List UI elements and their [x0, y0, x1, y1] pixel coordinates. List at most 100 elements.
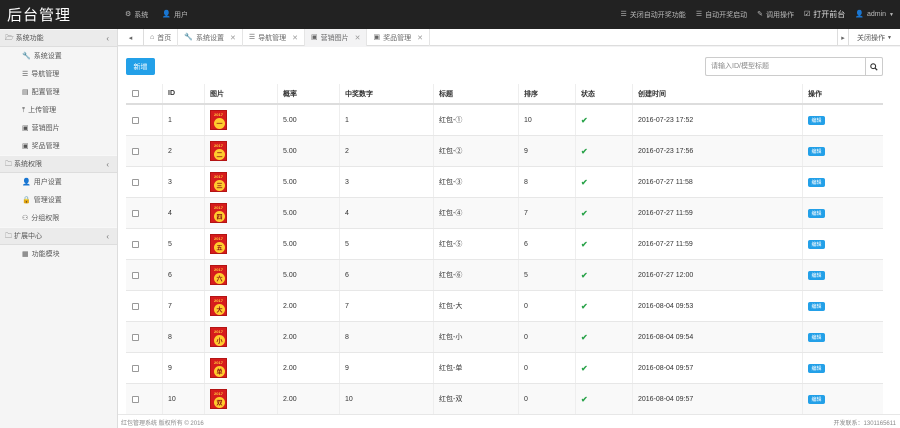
search-button[interactable]: [865, 57, 883, 76]
search-input[interactable]: [705, 57, 865, 76]
chevron-left-icon: ‹: [106, 34, 109, 43]
sidebar-item-group-permissions[interactable]: ⚇ 分组权限: [0, 209, 117, 227]
table-cell: 编辑: [808, 322, 825, 352]
table-cell: 2016-07-27 12:00: [638, 260, 693, 290]
table-cell: 2017 小: [210, 322, 227, 352]
cell-winning-number: 8: [345, 333, 349, 341]
brand-title[interactable]: 后台管理: [7, 4, 71, 25]
nav-icon: ☰: [248, 34, 256, 41]
cell-probability: 2.00: [283, 302, 297, 310]
main-content: 新增 ID图片概率中奖数字标题排序状态创建时间操作12017一5.001红包-①…: [118, 47, 900, 415]
close-ops-label: 关闭操作: [857, 34, 886, 42]
column-header: 概率: [283, 84, 297, 103]
sidebar-item-system-settings[interactable]: 🔧 系统设置: [0, 47, 117, 65]
row-checkbox[interactable]: [132, 178, 139, 186]
nav-user[interactable]: 👤 用户: [162, 10, 188, 20]
nav-call-operation[interactable]: ✎ 调用操作: [757, 10, 794, 20]
sidebar-item-upload-management[interactable]: ⤒ 上传管理: [0, 101, 117, 119]
tab-label: 营销图片: [320, 34, 349, 42]
row-checkbox[interactable]: [132, 364, 139, 372]
row-checkbox[interactable]: [132, 240, 139, 248]
sidebar-item-nav-management[interactable]: ☰ 导航管理: [0, 65, 117, 83]
nav-disable-auto-draw[interactable]: ☰ 关闭自动开奖功能: [621, 10, 686, 20]
cell-title: 红包-③: [439, 179, 463, 186]
sidebar-group-extension-center[interactable]: 🗀 扩展中心 ‹: [0, 227, 117, 245]
table-cell: 3: [345, 167, 349, 197]
cell-probability: 5.00: [283, 178, 297, 186]
close-icon[interactable]: ✕: [292, 34, 298, 42]
close-icon[interactable]: ✕: [417, 34, 423, 42]
tab-scroll-right-button[interactable]: ▸: [837, 29, 848, 46]
close-icon[interactable]: ✕: [355, 34, 361, 42]
cell-sort: 0: [524, 364, 528, 372]
tabs-bar: ◂ ⌂ 首页 🔧 系统设置 ✕ ☰ 导航管理 ✕ ▣ 营销图片 ✕ ▣ 奖品管理 ✕ ▸ 关闭操作…: [118, 29, 900, 46]
image-character: 五: [214, 242, 225, 253]
tab-home[interactable]: ⌂ 首页: [144, 29, 179, 46]
table-cell: ✔: [581, 353, 588, 383]
status-check-icon: ✔: [581, 394, 588, 404]
cell-sort: 8: [524, 178, 528, 186]
table-cell: 编辑: [808, 229, 825, 259]
row-checkbox[interactable]: [132, 209, 139, 217]
sidebar-item-config-management[interactable]: ▤ 配置管理: [0, 83, 117, 101]
sidebar-item-marketing-images[interactable]: ▣ 营销图片: [0, 119, 117, 137]
row-checkbox[interactable]: [132, 333, 139, 341]
row-checkbox[interactable]: [132, 116, 139, 124]
tab-close-operations[interactable]: 关闭操作 ▼: [848, 29, 900, 46]
cell-id: 8: [168, 333, 172, 341]
row-checkbox[interactable]: [132, 302, 139, 310]
edit-button[interactable]: 编辑: [808, 363, 825, 373]
table-cell: [132, 105, 139, 135]
nav-system[interactable]: ⚙ 系统: [125, 10, 148, 20]
tab-scroll-left-button[interactable]: ◂: [118, 29, 144, 46]
table-cell: 9: [345, 353, 349, 383]
sidebar-item-prize-management[interactable]: ▣ 奖品管理: [0, 137, 117, 155]
table-cell: [132, 353, 139, 383]
tab-marketing-images[interactable]: ▣ 营销图片 ✕: [304, 29, 368, 46]
folder-icon: 🗀: [5, 160, 12, 168]
edit-button[interactable]: 编辑: [808, 115, 825, 125]
search-icon: [870, 62, 878, 71]
table-cell: 编辑: [808, 105, 825, 135]
sidebar-group-system-permissions[interactable]: 🗀 系统权限 ‹: [0, 155, 117, 173]
edit-button[interactable]: 编辑: [808, 332, 825, 342]
tab-system-settings[interactable]: 🔧 系统设置 ✕: [178, 29, 243, 46]
tab-nav-management[interactable]: ☰ 导航管理 ✕: [243, 29, 305, 46]
sidebar-group-system-functions[interactable]: 🗁 系统功能 ‹: [0, 29, 117, 47]
tab-prize-management[interactable]: ▣ 奖品管理 ✕: [367, 29, 430, 46]
sidebar-item-admin-settings[interactable]: 🔒 管理设置: [0, 191, 117, 209]
table-cell: 5.00: [283, 198, 297, 228]
nav-admin-menu[interactable]: 👤 admin ▼: [855, 11, 894, 18]
row-checkbox[interactable]: [132, 147, 139, 155]
row-checkbox[interactable]: [132, 271, 139, 279]
cell-sort: 10: [524, 116, 532, 124]
table-cell: 2016-07-27 11:59: [638, 198, 693, 228]
edit-button[interactable]: 编辑: [808, 239, 825, 249]
table-cell: 2016-07-23 17:56: [638, 136, 693, 166]
lock-icon: 🔒: [22, 196, 31, 204]
table-cell: 2.00: [283, 291, 297, 321]
close-icon[interactable]: ✕: [230, 34, 236, 42]
edit-button[interactable]: 编辑: [808, 394, 825, 404]
new-button[interactable]: 新增: [126, 58, 155, 75]
list-icon: ☰: [620, 11, 627, 18]
nav-enable-auto-draw[interactable]: ☰ 自动开奖启动: [696, 10, 747, 20]
edit-button[interactable]: 编辑: [808, 301, 825, 311]
edit-button[interactable]: 编辑: [808, 177, 825, 187]
table-row: 10 2017 双 2.00 10 红包-双 0 ✔ 2016-08-04 09:57 编辑: [126, 384, 883, 415]
row-checkbox[interactable]: [132, 395, 139, 403]
table-cell: ✔: [581, 291, 588, 321]
wrench-icon: 🔧: [184, 34, 193, 41]
select-all-checkbox[interactable]: [132, 90, 139, 97]
edit-button[interactable]: 编辑: [808, 208, 825, 218]
footer-contact: 开发联系：1301165611: [833, 421, 896, 427]
sidebar-item-user-settings[interactable]: 👤 用户设置: [0, 173, 117, 191]
image-character: 大: [214, 304, 225, 315]
sidebar-group-label: 系统功能: [15, 35, 44, 42]
edit-button[interactable]: 编辑: [808, 270, 825, 280]
table-cell: 红包-①: [439, 105, 462, 135]
nav-open-frontend[interactable]: ☑ 打开前台: [804, 9, 845, 20]
edit-button[interactable]: 编辑: [808, 146, 825, 156]
chevron-left-icon: ◂: [128, 34, 133, 42]
sidebar-item-function-modules[interactable]: ▦ 功能模块: [0, 245, 117, 263]
